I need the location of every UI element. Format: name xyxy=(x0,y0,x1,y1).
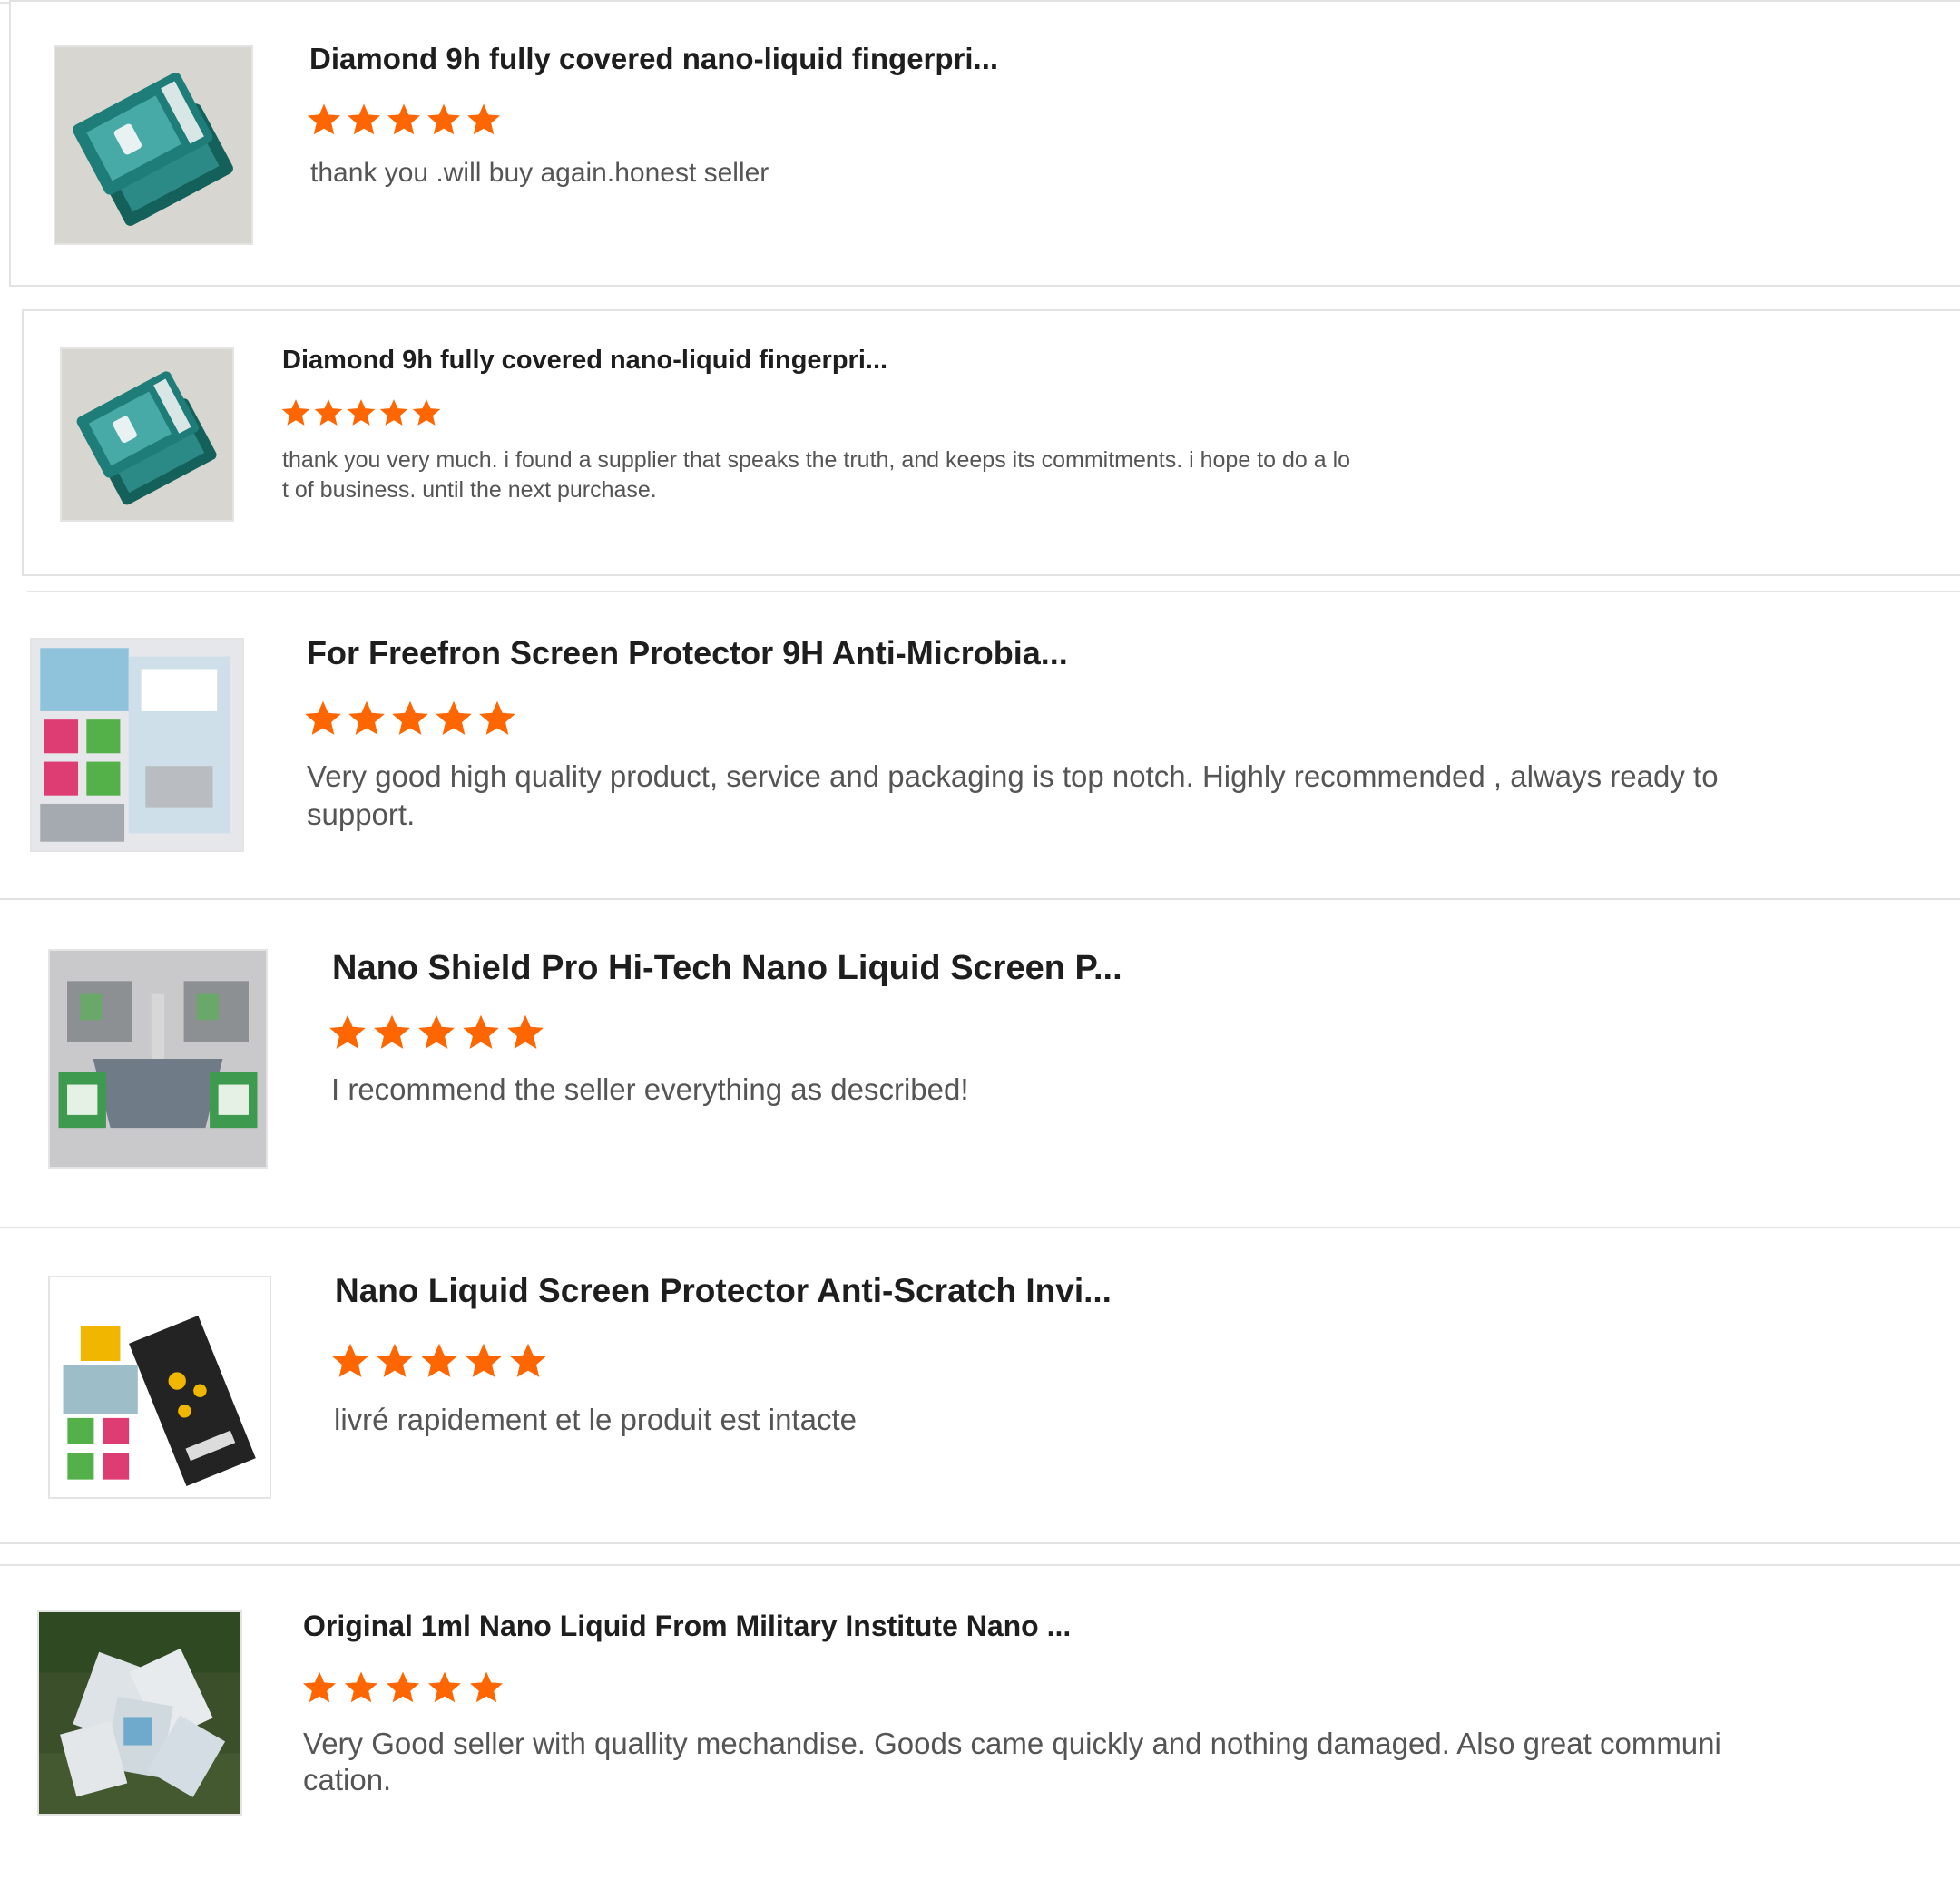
product-thumbnail[interactable] xyxy=(30,638,244,852)
star-icon xyxy=(305,700,341,735)
rating-stars xyxy=(301,1669,510,1706)
star-icon xyxy=(332,1343,368,1377)
star-icon xyxy=(387,103,420,135)
star-icon xyxy=(510,1343,546,1377)
star-icon xyxy=(348,700,385,735)
star-icon xyxy=(314,399,343,426)
star-icon xyxy=(347,399,376,426)
nano-kit-with-wipes-image xyxy=(32,640,242,850)
review-card: Nano Shield Pro Hi-Tech Nano Liquid Scre… xyxy=(0,898,1960,1228)
review-text: Very good high quality product, service … xyxy=(307,759,1719,831)
star-icon xyxy=(348,103,380,135)
product-title[interactable]: Diamond 9h fully covered nano-liquid fin… xyxy=(309,42,998,76)
product-title[interactable]: For Freefron Screen Protector 9H Anti-Mi… xyxy=(307,634,1068,672)
star-icon xyxy=(345,1671,377,1703)
star-icon xyxy=(421,1343,457,1377)
review-card: Diamond 9h fully covered nano-liquid fin… xyxy=(22,309,1960,576)
rating-stars xyxy=(330,1341,553,1381)
star-icon xyxy=(387,1671,419,1703)
star-icon xyxy=(377,1343,413,1377)
rating-stars xyxy=(306,102,505,138)
product-title[interactable]: Original 1ml Nano Liquid From Military I… xyxy=(303,1610,1071,1643)
star-icon xyxy=(412,399,441,426)
rating-stars xyxy=(280,397,444,428)
review-text: I recommend the seller everything as des… xyxy=(331,1072,969,1106)
product-thumbnail[interactable] xyxy=(48,949,268,1169)
product-title[interactable]: Diamond 9h fully covered nano-liquid fin… xyxy=(282,346,887,376)
product-thumbnail[interactable] xyxy=(54,45,253,245)
divider-line xyxy=(27,591,1960,592)
star-icon xyxy=(427,103,460,135)
product-thumbnail[interactable] xyxy=(60,347,234,522)
star-icon xyxy=(479,700,515,735)
star-icon xyxy=(436,700,472,735)
packs-on-grass-image xyxy=(39,1612,240,1814)
review-card: For Freefron Screen Protector 9H Anti-Mi… xyxy=(0,594,1960,883)
product-title[interactable]: Nano Shield Pro Hi-Tech Nano Liquid Scre… xyxy=(332,949,1122,988)
product-thumbnail[interactable] xyxy=(48,1276,271,1499)
star-icon xyxy=(374,1014,410,1049)
nano-pouch-kit-image xyxy=(50,1277,270,1497)
star-icon xyxy=(470,1671,503,1703)
star-icon xyxy=(463,1014,499,1049)
product-thumbnail[interactable] xyxy=(37,1610,242,1816)
review-text: thank you very much. i found a supplier … xyxy=(282,447,1351,503)
star-icon xyxy=(467,103,500,135)
star-icon xyxy=(418,1014,455,1049)
star-icon xyxy=(507,1014,544,1049)
star-icon xyxy=(379,399,408,426)
star-icon xyxy=(329,1014,366,1049)
review-text: Very Good seller with quallity mechandis… xyxy=(303,1727,1721,1796)
rating-stars xyxy=(303,699,521,739)
review-text: livré rapidement et le produit est intac… xyxy=(334,1403,857,1436)
review-card: Original 1ml Nano Liquid From Military I… xyxy=(0,1566,1960,1884)
star-icon xyxy=(392,700,428,735)
star-icon xyxy=(428,1671,461,1703)
review-card: Nano Liquid Screen Protector Anti-Scratc… xyxy=(0,1227,1960,1544)
star-icon xyxy=(308,103,340,135)
star-icon xyxy=(466,1343,502,1377)
boxed-screen-protector-image xyxy=(62,349,232,520)
star-icon xyxy=(281,399,310,426)
review-text: thank you .will buy again.honest seller xyxy=(310,158,769,188)
product-title[interactable]: Nano Liquid Screen Protector Anti-Scratc… xyxy=(335,1272,1112,1310)
kit-with-cloth-image xyxy=(50,951,266,1167)
boxed-screen-protector-image xyxy=(55,47,251,243)
rating-stars xyxy=(328,1013,550,1052)
star-icon xyxy=(303,1671,336,1703)
review-card: Diamond 9h fully covered nano-liquid fin… xyxy=(9,0,1960,287)
